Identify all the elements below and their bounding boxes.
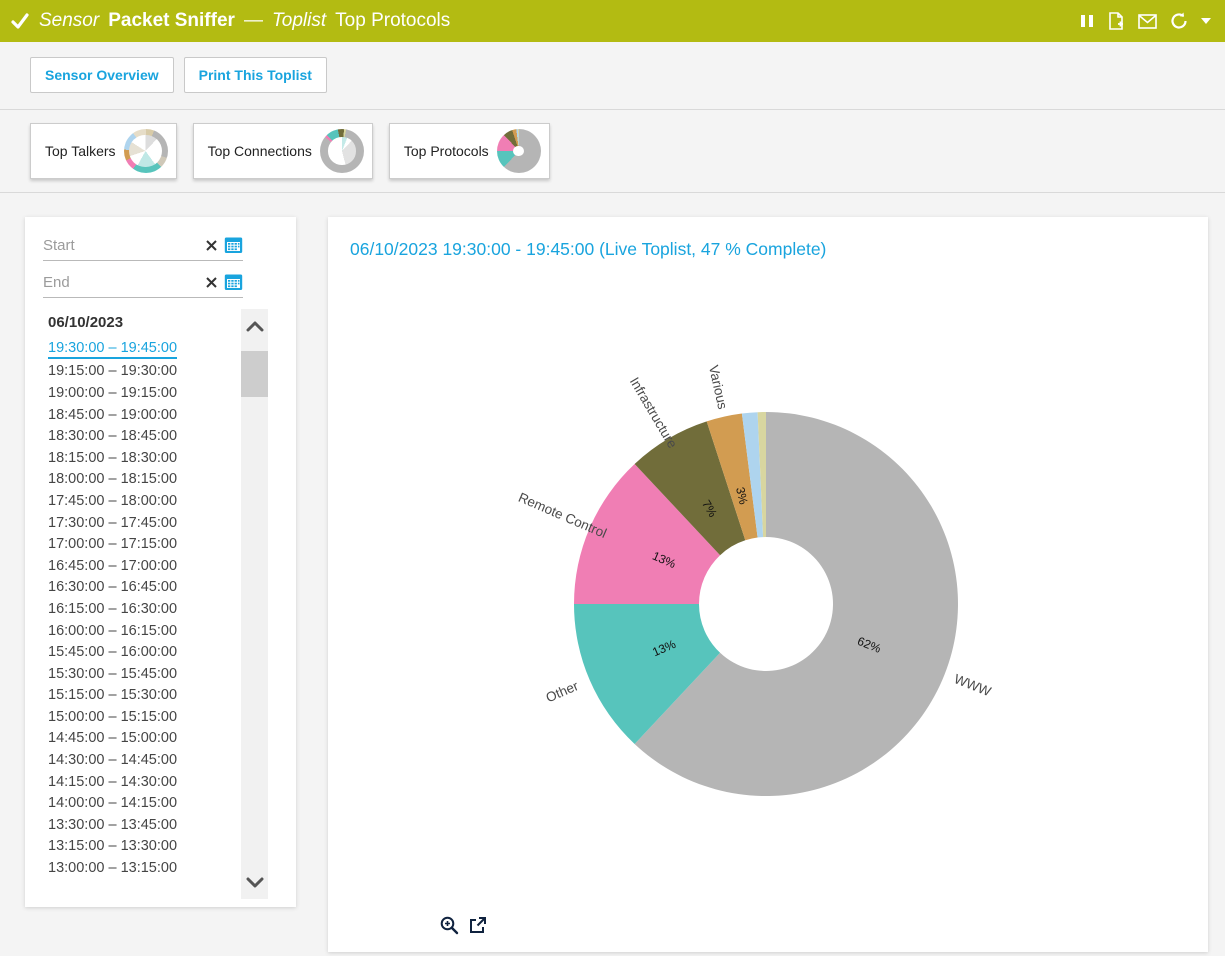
email-icon[interactable] xyxy=(1138,14,1157,29)
context-label: Toplist xyxy=(272,10,326,32)
protocol-donut-chart: 62%WWW13%Other13%Remote Control7%Infrast… xyxy=(328,260,1208,920)
chart-actions xyxy=(440,916,487,935)
time-range-item[interactable]: 14:45:00 – 15:00:00 xyxy=(48,728,177,750)
time-range-item[interactable]: 18:15:00 – 18:30:00 xyxy=(48,447,177,469)
scrollbar-thumb[interactable] xyxy=(241,351,268,397)
clear-end-icon[interactable] xyxy=(206,277,217,288)
ring-chart-icon xyxy=(320,129,364,173)
time-range-item[interactable]: 13:30:00 – 13:45:00 xyxy=(48,814,177,836)
toplist-tabs: Top Talkers Top Connections Top Protocol… xyxy=(0,110,1225,192)
tab-top-talkers[interactable]: Top Talkers xyxy=(30,123,177,179)
segment-name-label: Other xyxy=(544,678,581,705)
segment-name-label: WWW xyxy=(952,671,993,699)
toolbar: Sensor Overview Print This Toplist xyxy=(0,42,1225,109)
time-range-item[interactable]: 19:30:00 – 19:45:00 xyxy=(48,337,177,359)
tab-top-protocols[interactable]: Top Protocols xyxy=(389,123,550,179)
toplist-chart-panel: 06/10/2023 19:30:00 - 19:45:00 (Live Top… xyxy=(328,217,1208,952)
start-date-row xyxy=(43,232,243,261)
breadcrumb-dash: — xyxy=(244,10,263,32)
time-range-item[interactable]: 14:15:00 – 14:30:00 xyxy=(48,771,177,793)
time-range-item[interactable]: 13:00:00 – 13:15:00 xyxy=(48,857,177,879)
time-range-item[interactable]: 16:15:00 – 16:30:00 xyxy=(48,598,177,620)
time-range-item[interactable]: 15:30:00 – 15:45:00 xyxy=(48,663,177,685)
end-date-input[interactable] xyxy=(43,274,206,291)
print-toplist-button[interactable]: Print This Toplist xyxy=(184,57,327,93)
donut-chart-icon xyxy=(497,129,541,173)
time-range-item[interactable]: 15:00:00 – 15:15:00 xyxy=(48,706,177,728)
segment-name-label: Various xyxy=(706,364,730,411)
refresh-dropdown-caret-icon[interactable] xyxy=(1201,18,1211,25)
segment-name-label: Remote Control xyxy=(516,490,609,541)
tab-top-connections[interactable]: Top Connections xyxy=(193,123,373,179)
sensor-header-bar: Sensor Packet Sniffer — Toplist Top Prot… xyxy=(0,0,1225,42)
time-range-item[interactable]: 14:30:00 – 14:45:00 xyxy=(48,749,177,771)
sensor-name: Packet Sniffer xyxy=(108,10,235,32)
tab-label: Top Connections xyxy=(208,143,312,159)
time-range-item[interactable]: 16:00:00 – 16:15:00 xyxy=(48,620,177,642)
time-range-item[interactable]: 19:15:00 – 19:30:00 xyxy=(48,361,177,383)
page-title: Top Protocols xyxy=(335,10,450,32)
sensor-overview-button[interactable]: Sensor Overview xyxy=(30,57,174,93)
scroll-up-icon[interactable] xyxy=(241,311,268,341)
segment-name-label: Infrastructure xyxy=(627,375,680,451)
time-range-item[interactable]: 16:30:00 – 16:45:00 xyxy=(48,577,177,599)
time-range-item[interactable]: 13:15:00 – 13:30:00 xyxy=(48,836,177,858)
tab-label: Top Talkers xyxy=(45,143,116,159)
tab-label: Top Protocols xyxy=(404,143,489,159)
start-date-input[interactable] xyxy=(43,237,206,254)
time-range-item[interactable]: 16:45:00 – 17:00:00 xyxy=(48,555,177,577)
content: 06/10/2023 19:30:00 – 19:45:0019:15:00 –… xyxy=(0,193,1225,952)
status-check-icon xyxy=(10,11,30,31)
pause-icon[interactable] xyxy=(1080,13,1094,29)
toplist-title: 06/10/2023 19:30:00 - 19:45:00 (Live Top… xyxy=(350,239,1208,260)
time-range-item[interactable]: 15:45:00 – 16:00:00 xyxy=(48,641,177,663)
open-external-icon[interactable] xyxy=(468,916,487,935)
time-filter-panel: 06/10/2023 19:30:00 – 19:45:0019:15:00 –… xyxy=(25,217,296,907)
time-range-item[interactable]: 19:00:00 – 19:15:00 xyxy=(48,382,177,404)
time-range-item[interactable]: 18:30:00 – 18:45:00 xyxy=(48,425,177,447)
time-range-item[interactable]: 17:30:00 – 17:45:00 xyxy=(48,512,177,534)
calendar-icon[interactable] xyxy=(224,273,243,291)
entity-type-label: Sensor xyxy=(39,10,99,32)
chord-diagram-icon xyxy=(124,129,168,173)
zoom-in-icon[interactable] xyxy=(440,916,459,935)
time-range-item[interactable]: 17:45:00 – 18:00:00 xyxy=(48,490,177,512)
calendar-icon[interactable] xyxy=(224,236,243,254)
end-date-row xyxy=(43,269,243,298)
scrollbar[interactable] xyxy=(241,309,268,899)
time-range-item[interactable]: 18:45:00 – 19:00:00 xyxy=(48,404,177,426)
time-range-item[interactable]: 18:00:00 – 18:15:00 xyxy=(48,469,177,491)
breadcrumb: Sensor Packet Sniffer — Toplist Top Prot… xyxy=(10,10,450,32)
refresh-icon[interactable] xyxy=(1170,12,1188,30)
time-range-item[interactable]: 14:00:00 – 14:15:00 xyxy=(48,792,177,814)
add-report-icon[interactable] xyxy=(1107,12,1125,30)
time-range-item[interactable]: 17:00:00 – 17:15:00 xyxy=(48,533,177,555)
time-range-item[interactable]: 15:15:00 – 15:30:00 xyxy=(48,685,177,707)
scroll-down-icon[interactable] xyxy=(241,867,268,897)
clear-start-icon[interactable] xyxy=(206,240,217,251)
